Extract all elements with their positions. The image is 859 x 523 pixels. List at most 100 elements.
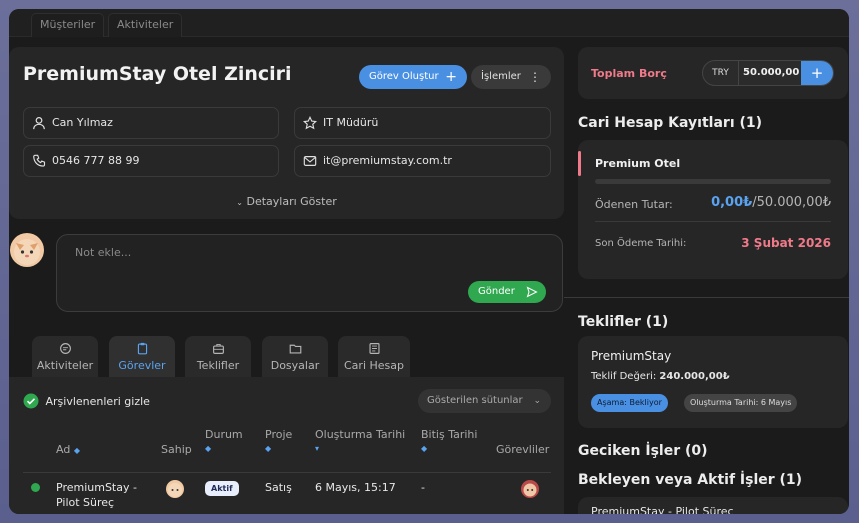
role-text: IT Müdürü [323,116,379,129]
cat-avatar-icon [523,483,537,497]
top-bar: Müşteriler Aktiviteler [9,9,849,37]
tab-offers-label: Teklifler [196,359,240,372]
email-text: it@premiumstay.com.tr [323,154,452,167]
hide-archived-label: Arşivlenenleri gizle [45,394,150,408]
pending-title: Bekleyen veya Aktif İşler (1) [578,472,803,488]
create-task-button[interactable]: Görev Oluştur + [359,65,467,89]
cat-avatar-icon [14,239,40,265]
accounts-title: Cari Hesap Kayıtları (1) [578,115,763,131]
paid-value: 0,00₺ [711,195,753,210]
header-due[interactable]: Bitiş Tarihi ◆ [421,428,477,454]
header-assignees[interactable]: Görevliler [496,443,549,456]
offer-value-amount: 240.000,00₺ [659,371,730,382]
chat-icon [59,343,71,354]
pending-item-name: PremiumStay - Pilot Süreç [591,505,734,514]
total-debt-card: Toplam Borç TRY 50.000,00 + [578,47,848,99]
total-debt-label: Toplam Borç [591,67,667,80]
note-box[interactable]: Not ekle... Gönder [56,234,563,312]
actions-button[interactable]: İşlemler ⋮ [471,65,551,89]
tab-offers[interactable]: Teklifler [185,336,251,378]
actions-label: İşlemler [481,71,521,82]
payment-progress-bar [595,179,831,184]
account-accent-bar [578,151,581,176]
ledger-icon [368,343,380,354]
folder-icon [289,344,301,354]
account-card[interactable]: Premium Otel Ödenen Tutar: 0,00₺/50.000,… [578,140,848,279]
offer-value: Teklif Değeri: 240.000,00₺ [591,371,730,382]
more-vertical-icon: ⋮ [529,70,541,84]
tab-activities[interactable]: Aktiviteler [32,336,98,378]
header-owner[interactable]: Sahip [161,443,192,456]
app-window: Müşteriler Aktiviteler PremiumStay Otel … [9,9,849,514]
section-divider [564,297,849,298]
plus-icon: + [810,64,824,82]
tasks-panel: Arşivlenenleri gizle Gösterilen sütunlar… [9,377,564,514]
top-tab-customers[interactable]: Müşteriler [31,13,105,37]
sort-icon: ◆ [421,444,428,453]
hide-archived-toggle[interactable]: Arşivlenenleri gizle [23,393,150,409]
role-field[interactable]: IT Müdürü [294,107,551,139]
assignee-avatar[interactable] [521,480,539,498]
email-field[interactable]: it@premiumstay.com.tr [294,145,551,177]
cat-avatar-icon [168,483,182,497]
table-row[interactable]: PremiumStay - Pilot Süreç Aktif Satış 6 … [9,473,564,514]
tab-activities-label: Aktiviteler [36,359,94,372]
header-created[interactable]: Oluşturma Tarihi ▾ [315,428,405,454]
due-date: 3 Şubat 2026 [741,236,831,250]
task-project: Satış [265,481,292,494]
task-created: 6 Mayıs, 15:17 [315,481,396,494]
columns-select-label: Gösterilen sütunlar [427,395,523,406]
user-icon [33,116,45,130]
top-tab-activities[interactable]: Aktiviteler [108,13,183,37]
contact-name: Can Yılmaz [52,116,113,129]
add-debt-button[interactable]: + [801,61,833,85]
phone-icon [33,154,46,167]
header-status[interactable]: Durum ◆ [205,428,243,454]
due-label: Son Ödeme Tarihi: [595,238,687,249]
show-details-label: Detayları Göster [246,195,337,208]
chevron-down-icon: ⌄ [236,198,243,207]
user-avatar [10,233,44,267]
paid-amount: 0,00₺/50.000,00₺ [711,195,831,210]
briefcase-icon [212,343,224,354]
pending-card[interactable]: PremiumStay - Pilot Süreç [578,497,848,514]
sort-icon: ◆ [265,444,272,453]
send-button[interactable]: Gönder [468,281,546,303]
tab-files[interactable]: Dosyalar [262,336,328,378]
overdue-title: Geciken İşler (0) [578,443,708,459]
sort-icon: ◆ [205,444,212,453]
note-input[interactable]: Not ekle... [75,246,131,259]
header-due-label: Bitiş Tarihi [421,428,478,441]
account-name: Premium Otel [595,157,681,170]
offer-name: PremiumStay [591,349,672,363]
contact-name-field[interactable]: Can Yılmaz [23,107,279,139]
task-name-line2: Pilot Süreç [56,496,115,509]
status-dot [31,483,40,492]
mail-icon [303,156,317,166]
owner-avatar[interactable] [166,480,184,498]
show-details-toggle[interactable]: ⌄ Detayları Göster [9,195,564,208]
phone-text: 0546 777 88 99 [52,154,140,167]
phone-field[interactable]: 0546 777 88 99 [23,145,279,177]
company-card: PremiumStay Otel Zinciri Görev Oluştur +… [9,47,564,219]
page-title: PremiumStay Otel Zinciri [23,63,292,85]
offer-card[interactable]: PremiumStay Teklif Değeri: 240.000,00₺ A… [578,336,848,428]
header-project-label: Proje [265,428,293,441]
tab-tasks[interactable]: Görevler [109,336,175,378]
due-divider [595,221,831,222]
columns-select[interactable]: Gösterilen sütunlar ⌄ [418,389,551,413]
sort-icon: ◆ [73,446,80,455]
header-name[interactable]: Ad ◆ [56,443,80,456]
tab-tasks-label: Görevler [118,359,166,372]
header-project[interactable]: Proje ◆ [265,428,292,454]
send-icon [526,286,538,298]
check-circle-icon [23,393,39,409]
debt-amount-group: TRY 50.000,00 + [702,60,834,86]
header-status-label: Durum [205,428,243,441]
offer-stage-badge: Aşama: Bekliyor [591,394,668,412]
tab-ledger[interactable]: Cari Hesap [338,336,410,378]
debt-amount: 50.000,00 [743,67,800,78]
task-name-line1: PremiumStay - [56,481,137,494]
paid-label: Ödenen Tutar: [595,198,673,211]
offers-title: Teklifler (1) [578,314,669,330]
